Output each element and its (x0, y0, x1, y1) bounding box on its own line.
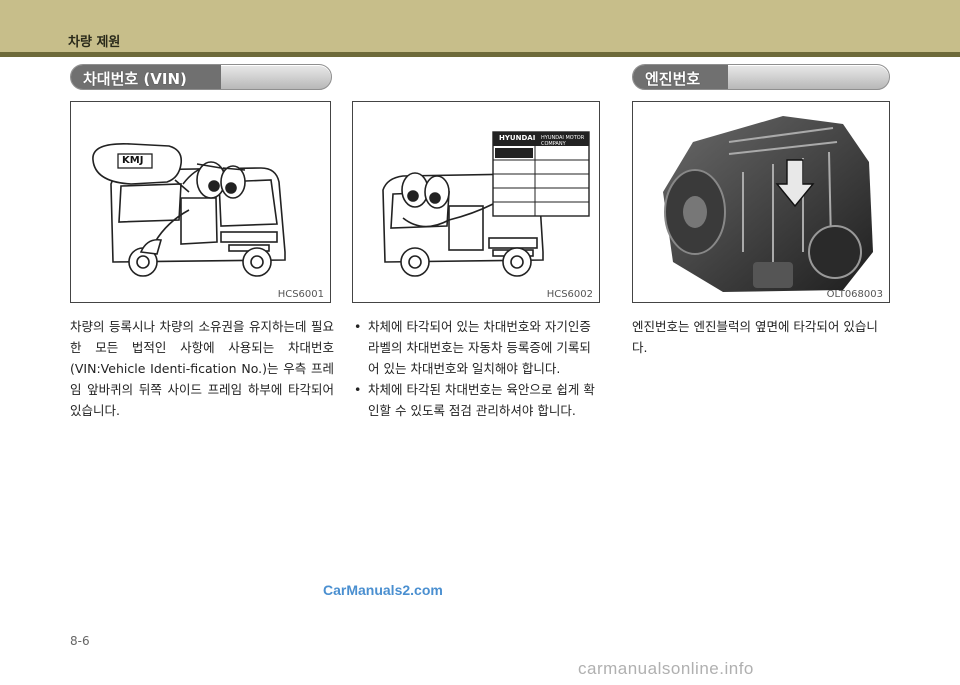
list-item-text: 차체에 타각되어 있는 차대번호와 자기인증 라벨의 차대번호는 자동차 등록증… (368, 319, 591, 376)
figure-certification-label: HYUNDAI HYUNDAI MOTOR COMPANY HCS6002 (352, 101, 600, 303)
list-item: • 차체에 타각된 차대번호는 육안으로 쉽게 확인할 수 있도록 점검 관리하… (352, 379, 602, 421)
section-title-vin: 차대번호 (VIN) (83, 70, 187, 88)
label-brand: HYUNDAI (499, 134, 536, 142)
chapter-title: 차량 제원 (68, 35, 121, 50)
vin-notes: • 차체에 타각되어 있는 차대번호와 자기인증 라벨의 차대번호는 자동차 등… (352, 316, 602, 421)
engine-description: 엔진번호는 엔진블럭의 옆면에 타각되어 있습니다. (632, 319, 878, 355)
watermark-link[interactable]: CarManuals2.com (323, 582, 443, 598)
section-heading-vin: 차대번호 (VIN) (70, 64, 332, 90)
engine-illustration (663, 116, 873, 292)
header-divider (0, 52, 960, 57)
bus-label-illustration (382, 131, 590, 277)
site-watermark: carmanualsonline.info (578, 659, 754, 678)
header-bar: 차량 제원 (0, 0, 960, 52)
list-item-text: 차체에 타각된 차대번호는 육안으로 쉽게 확인할 수 있도록 점검 관리하셔야… (368, 382, 595, 418)
figure-code: HCS6002 (546, 289, 593, 300)
page-number: 8-6 (70, 634, 90, 648)
section-heading-engine: 엔진번호 (632, 64, 890, 90)
figure-code: HCS6001 (277, 289, 324, 300)
bullet: • (354, 319, 362, 334)
bullet: • (354, 382, 362, 397)
figure-vin-location: KMJ HCS6001 (70, 101, 331, 303)
vin-badge-text: KMJ (122, 155, 144, 166)
bus-vin-illustration (92, 143, 286, 277)
figure-code: OLT068003 (826, 289, 883, 300)
label-header: HYUNDAI MOTOR COMPANY (541, 135, 585, 147)
vin-description: 차량의 등록시나 차량의 소유권을 유지하는데 필요한 모든 법적인 사항에 사… (70, 319, 334, 418)
list-item: • 차체에 타각되어 있는 차대번호와 자기인증 라벨의 차대번호는 자동차 등… (352, 316, 602, 379)
figure-engine-number: OLT068003 (632, 101, 890, 303)
section-title-engine: 엔진번호 (645, 70, 701, 88)
